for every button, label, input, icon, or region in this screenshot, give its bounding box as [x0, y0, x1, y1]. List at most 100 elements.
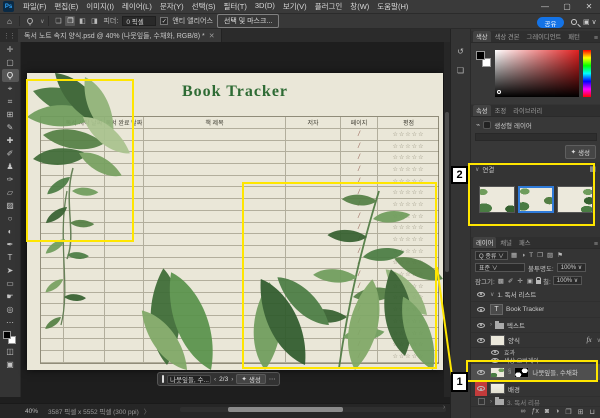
- visibility-toggle[interactable]: [475, 364, 487, 380]
- clone-stamp-tool[interactable]: ♟: [2, 160, 19, 173]
- type-tool[interactable]: T: [2, 251, 19, 264]
- hand-tool[interactable]: ☛: [2, 290, 19, 303]
- fill-dropdown[interactable]: 100% ∨: [552, 276, 583, 285]
- move-tool[interactable]: ✛: [2, 43, 19, 56]
- tab-색상[interactable]: 색상: [473, 31, 491, 42]
- menu-item-0[interactable]: 파일(F): [19, 1, 50, 12]
- tool-color-swatches[interactable]: [3, 331, 17, 345]
- crop-tool[interactable]: ⌗: [2, 95, 19, 108]
- gradient-tool[interactable]: ▨: [2, 199, 19, 212]
- comments-panel-icon[interactable]: ❏: [457, 66, 464, 75]
- subtract-from-selection-icon[interactable]: ◧: [77, 16, 87, 26]
- lasso-tool-preset-icon[interactable]: Ϙ: [24, 17, 36, 26]
- layer-row-5[interactable]: 색상 오버레이: [471, 356, 600, 365]
- opacity-dropdown[interactable]: 100% ∨: [556, 263, 587, 272]
- targeting-icon[interactable]: ⌁: [476, 121, 480, 129]
- layer-filter-dropdown[interactable]: Q 종류 ∨: [475, 250, 509, 260]
- chevron-down-icon[interactable]: ∨: [475, 166, 479, 173]
- eraser-tool[interactable]: ▱: [2, 186, 19, 199]
- hue-slider[interactable]: [583, 50, 591, 97]
- lock-artboard-icon[interactable]: ▣: [526, 277, 534, 285]
- feather-input[interactable]: 0 픽셀: [122, 16, 157, 26]
- links-section-header[interactable]: ∨ 연결 ▦: [471, 163, 600, 175]
- zoom-level[interactable]: 40%: [25, 408, 38, 415]
- menu-item-8[interactable]: 보기(V): [279, 1, 311, 12]
- layer-row-3[interactable]: 양식 fx ∨: [471, 333, 600, 348]
- delete-layer-icon[interactable]: ⊔: [590, 408, 595, 416]
- tab-레이어[interactable]: 레이어: [473, 237, 497, 248]
- properties-generate-button[interactable]: ✦ 생성: [564, 145, 596, 159]
- variation-thumbnail-variation-3[interactable]: [557, 186, 593, 213]
- grid-view-icon[interactable]: ▦: [589, 165, 600, 173]
- horizontal-scrollbar-thumb[interactable]: [228, 407, 343, 412]
- panel-menu-icon[interactable]: ≡: [594, 35, 600, 42]
- frame-tool[interactable]: ⊞: [2, 108, 19, 121]
- visibility-toggle[interactable]: [475, 302, 487, 317]
- lock-move-icon[interactable]: ✛: [516, 277, 523, 285]
- lock-all-icon[interactable]: [535, 276, 542, 284]
- object-selection-tool[interactable]: ⌖: [2, 82, 19, 95]
- filter-pin-icon[interactable]: ⚑: [556, 251, 564, 259]
- panel-menu-icon[interactable]: ≡: [594, 241, 600, 248]
- zoom-tool[interactable]: ◎: [2, 303, 19, 316]
- variation-thumbnail-variation-2[interactable]: [518, 186, 554, 213]
- filter-smart-object-icon[interactable]: ▨: [546, 251, 554, 259]
- menu-item-10[interactable]: 창(W): [346, 1, 373, 12]
- chevron-down-icon[interactable]: ∨: [597, 337, 600, 344]
- layer-row-6[interactable]: § 나뭇잎들, 수채화: [471, 364, 600, 381]
- chevron-right-icon[interactable]: ›: [490, 322, 492, 328]
- more-tools[interactable]: ⋯: [2, 316, 19, 329]
- shape-tool[interactable]: ▭: [2, 277, 19, 290]
- history-panel-icon[interactable]: ↺: [457, 47, 464, 56]
- visibility-toggle[interactable]: [475, 333, 487, 347]
- layer-row-7[interactable]: 배경: [471, 381, 600, 397]
- filter-group-layers-icon[interactable]: ❐: [536, 251, 544, 259]
- new-selection-icon[interactable]: ❑: [53, 16, 63, 26]
- home-icon[interactable]: ⌂: [4, 17, 15, 26]
- menu-item-9[interactable]: 플러그인: [311, 1, 347, 12]
- tab-채널[interactable]: 채널: [497, 237, 515, 248]
- tab-조정[interactable]: 조정: [492, 105, 510, 116]
- marquee-tool[interactable]: ▢: [2, 56, 19, 69]
- tab-색상 견본[interactable]: 색상 견본: [492, 31, 523, 42]
- visibility-toggle[interactable]: [489, 356, 501, 364]
- visibility-toggle[interactable]: [489, 348, 501, 356]
- dodge-tool[interactable]: ◐: [2, 225, 19, 238]
- layer-row-1[interactable]: T Book Tracker: [471, 302, 600, 318]
- intersect-selection-icon[interactable]: ◨: [89, 16, 99, 26]
- pen-tool[interactable]: ✒: [2, 238, 19, 251]
- history-brush-tool[interactable]: ✑: [2, 173, 19, 186]
- tab-패턴[interactable]: 패턴: [565, 31, 583, 42]
- new-layer-icon[interactable]: ⊞: [578, 408, 584, 416]
- minimize-button[interactable]: —: [534, 2, 556, 11]
- edit-mode-icon[interactable]: ◫: [2, 345, 19, 358]
- adjustment-layer-icon[interactable]: ◑: [555, 408, 559, 415]
- chevron-down-icon[interactable]: ∨: [40, 18, 44, 25]
- variation-thumbnail-variation-1[interactable]: [479, 186, 515, 213]
- brush-tool[interactable]: ✐: [2, 147, 19, 160]
- previous-variation-button[interactable]: ‹: [214, 376, 216, 383]
- vertical-scrollbar-thumb[interactable]: [445, 112, 449, 272]
- status-chevron-icon[interactable]: 〉: [144, 406, 151, 416]
- layer-style-icon[interactable]: ƒx: [532, 408, 539, 415]
- layer-mask-icon[interactable]: ◙: [545, 408, 549, 415]
- menu-item-11[interactable]: 도움말(H): [373, 1, 412, 12]
- generative-prompt-input[interactable]: 나뭇잎들, 수...: [167, 374, 211, 384]
- visibility-toggle[interactable]: [475, 287, 487, 301]
- next-variation-button[interactable]: ›: [231, 376, 233, 383]
- lasso-tool[interactable]: Ϙ: [1, 69, 19, 82]
- path-selection-tool[interactable]: ➤: [2, 264, 19, 277]
- add-to-selection-icon[interactable]: ❒: [65, 16, 76, 26]
- scroll-right-icon[interactable]: ›: [443, 404, 445, 411]
- filter-adjustment-layers-icon[interactable]: ◑: [520, 252, 526, 259]
- menu-item-2[interactable]: 이미지(I): [82, 1, 118, 12]
- more-options-icon[interactable]: ⋯: [269, 375, 276, 383]
- menu-item-7[interactable]: 3D(D): [251, 1, 279, 12]
- layer-row-0[interactable]: ∨ 1. 독서 리스트: [471, 287, 600, 302]
- workspace-switcher-icon[interactable]: ▣ ∨: [583, 18, 597, 26]
- maximize-button[interactable]: ▢: [556, 2, 578, 11]
- share-button[interactable]: 공유: [537, 17, 564, 28]
- canvas-area[interactable]: Book Tracker 독서 시작 날짜 독서 완료 날짜 책 제목 저자 페이지 평점…: [21, 42, 450, 403]
- taskbar-drag-handle[interactable]: [162, 375, 164, 383]
- antialias-checkbox[interactable]: ✓: [160, 17, 169, 25]
